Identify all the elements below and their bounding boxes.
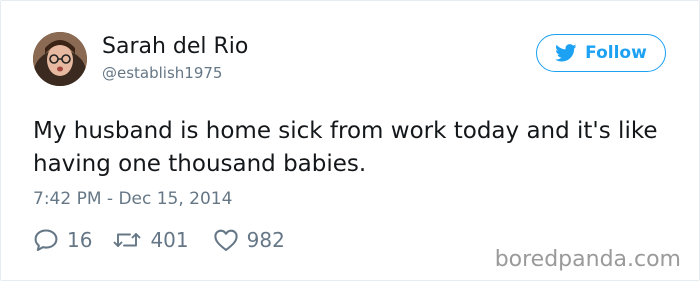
retweet-icon xyxy=(114,233,141,247)
follow-button-label: Follow xyxy=(585,43,647,63)
heart-icon xyxy=(213,229,238,251)
avatar-photo xyxy=(33,32,87,86)
retweet-count: 401 xyxy=(150,228,189,252)
avatar[interactable] xyxy=(33,32,87,86)
reply-icon xyxy=(34,229,58,251)
tweet-text: My husband is home sick from work today … xyxy=(33,118,658,177)
tweet-actions: 16 401 982 xyxy=(33,225,285,255)
reply-count: 16 xyxy=(67,228,93,252)
author-name[interactable]: Sarah del Rio xyxy=(102,34,248,60)
like-button[interactable]: 982 xyxy=(213,228,285,252)
source-watermark: boredpanda.com xyxy=(494,247,681,272)
tweet-timestamp[interactable]: 7:42 PM - Dec 15, 2014 xyxy=(33,188,232,210)
reply-button[interactable]: 16 xyxy=(33,228,92,252)
retweet-button[interactable]: 401 xyxy=(112,228,189,252)
tweet-card: Sarah del Rio @establish1975 Follow My h… xyxy=(0,0,700,281)
like-count: 982 xyxy=(246,228,285,252)
twitter-bird-icon xyxy=(555,44,577,62)
follow-button[interactable]: Follow xyxy=(536,34,666,72)
author-handle[interactable]: @establish1975 xyxy=(102,63,222,83)
